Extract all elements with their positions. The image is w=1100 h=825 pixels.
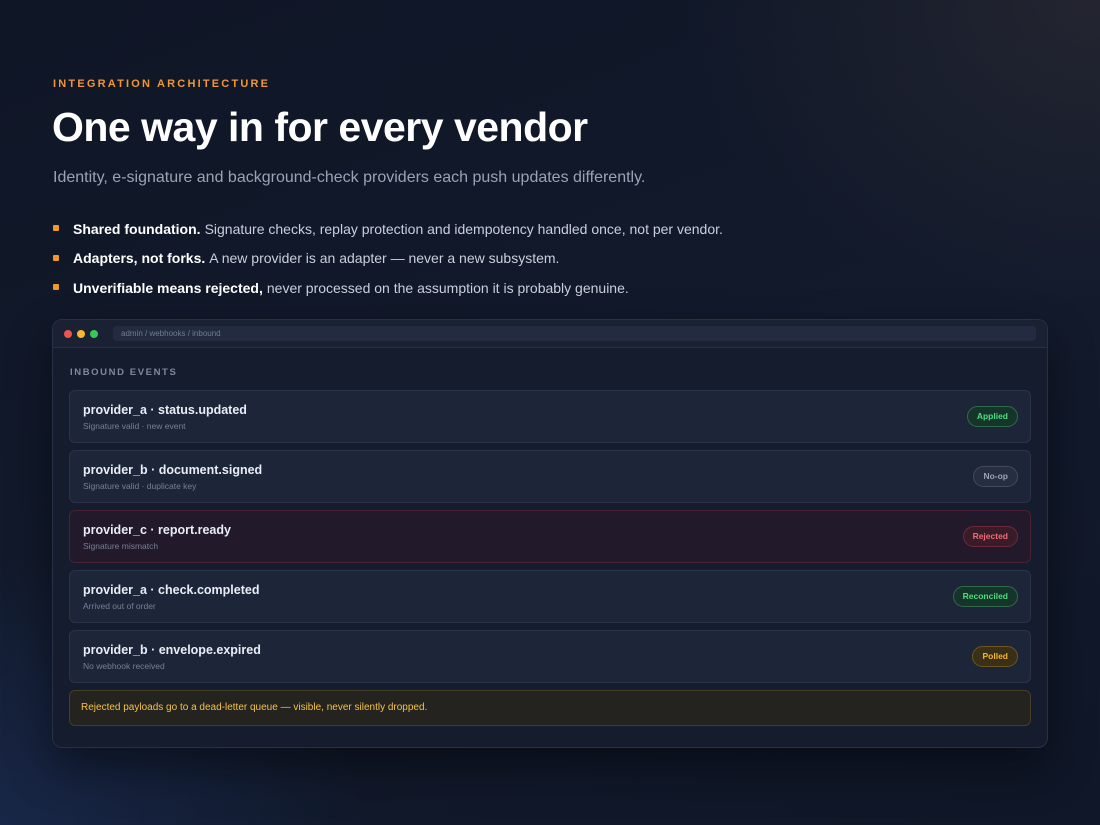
dead-letter-notice: Rejected payloads go to a dead-letter qu… (69, 690, 1031, 726)
app-window: admin / webhooks / inbound INBOUND EVENT… (52, 319, 1048, 748)
bullet-marker-icon (53, 225, 59, 232)
feature-text: A new provider is an adapter — never a n… (209, 250, 560, 267)
event-name: provider_a · check.completed (83, 583, 260, 597)
feature-item: Adapters, not forks. A new provider is a… (53, 244, 723, 274)
status-badge: Applied (966, 406, 1018, 427)
page-subtitle: Identity, e-signature and background-che… (53, 169, 646, 186)
feature-heading: Shared foundation. (73, 220, 201, 237)
event-detail: Signature valid · new event (83, 421, 186, 431)
event-row[interactable]: provider_b · envelope.expired No webhook… (69, 630, 1031, 683)
event-name: provider_a · status.updated (83, 403, 247, 417)
event-name: provider_b · envelope.expired (83, 643, 261, 657)
bullet-marker-icon (53, 254, 59, 261)
event-detail: Signature valid · duplicate key (83, 481, 197, 491)
address-bar[interactable]: admin / webhooks / inbound (113, 326, 1036, 341)
maximize-window-icon[interactable] (90, 329, 98, 338)
status-badge: Rejected (962, 526, 1018, 547)
eyebrow-label: INTEGRATION ARCHITECTURE (53, 78, 271, 90)
event-name: provider_b · document.signed (83, 463, 263, 477)
feature-heading: Adapters, not forks. (73, 250, 206, 267)
status-badge: Reconciled (952, 586, 1018, 607)
bullet-marker-icon (53, 284, 59, 291)
event-detail: Signature mismatch (83, 541, 159, 551)
feature-text: never processed on the assumption it is … (266, 279, 629, 296)
event-name: provider_c · report.ready (83, 523, 231, 537)
event-row[interactable]: provider_c · report.ready Signature mism… (69, 510, 1031, 563)
window-titlebar: admin / webhooks / inbound (53, 320, 1047, 348)
page-title: One way in for every vendor (52, 104, 588, 150)
minimize-window-icon[interactable] (77, 329, 85, 338)
window-content: INBOUND EVENTS provider_a · status.updat… (69, 367, 1031, 726)
event-detail: Arrived out of order (83, 601, 156, 611)
event-row[interactable]: provider_a · status.updated Signature va… (69, 390, 1031, 443)
feature-text: Signature checks, replay protection and … (204, 220, 723, 237)
feature-list: Shared foundation. Signature checks, rep… (53, 214, 723, 303)
page: INTEGRATION ARCHITECTURE One way in for … (0, 0, 1100, 825)
event-detail: No webhook received (83, 661, 165, 671)
feature-item: Unverifiable means rejected, never proce… (53, 273, 723, 303)
status-badge: No-op (973, 466, 1018, 487)
close-window-icon[interactable] (64, 329, 72, 338)
feature-item: Shared foundation. Signature checks, rep… (53, 214, 723, 244)
status-badge: Polled (972, 646, 1018, 667)
event-row[interactable]: provider_a · check.completed Arrived out… (69, 570, 1031, 623)
section-heading: INBOUND EVENTS (70, 367, 178, 378)
feature-heading: Unverifiable means rejected, (73, 279, 263, 296)
event-row[interactable]: provider_b · document.signed Signature v… (69, 450, 1031, 503)
